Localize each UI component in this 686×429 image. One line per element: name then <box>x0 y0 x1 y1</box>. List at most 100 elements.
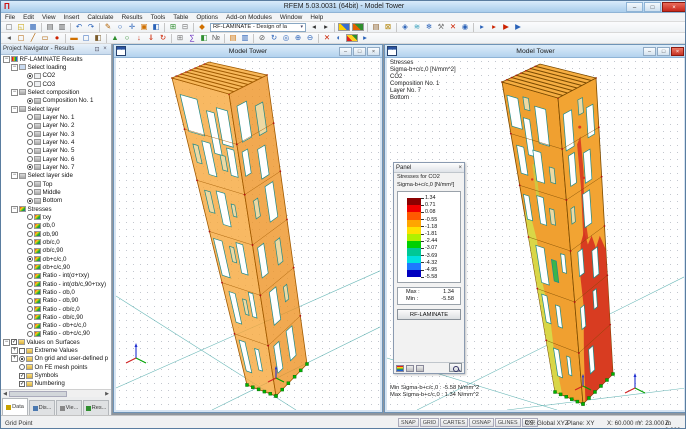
collapse-icon[interactable]: − <box>11 88 18 96</box>
checkbox-numbering[interactable]: ✓ <box>19 380 25 387</box>
tab-vie[interactable]: Vie... <box>56 400 82 415</box>
radio-on-fe-mesh-points[interactable] <box>19 364 25 371</box>
radio-xy[interactable] <box>27 214 33 221</box>
tree-item-select-layer[interactable]: − Select layer <box>1 105 111 113</box>
viewport-right[interactable]: Stresses Sigma-b+c/c,0 [N/mm^2] CO2 Composi… <box>387 58 684 410</box>
collapse-icon[interactable]: − <box>11 205 18 213</box>
model-window-left-titlebar[interactable]: Model Tower – □ × <box>114 45 382 58</box>
radio-layer-no-5[interactable] <box>27 147 33 154</box>
icon-snow[interactable]: ❄ <box>423 22 435 32</box>
tree-item-layer-no-7[interactable]: Layer No. 7 <box>1 163 111 171</box>
tab-data[interactable]: Data <box>2 398 28 415</box>
icon-print[interactable]: ▤ <box>44 22 56 32</box>
icon-support[interactable]: ▲ <box>109 33 121 43</box>
icon-generate[interactable]: ◈ <box>399 22 411 32</box>
icon-delete[interactable]: ✕ <box>447 22 459 32</box>
radio-top[interactable] <box>27 181 33 188</box>
radio-layer-no-4[interactable] <box>27 139 33 146</box>
mdi-restore-button[interactable]: □ <box>353 47 366 56</box>
radio-co3[interactable] <box>27 81 33 88</box>
radio-b-c-0[interactable] <box>27 239 33 246</box>
magnifier-button[interactable] <box>449 363 462 372</box>
radio-bottom[interactable] <box>27 197 33 204</box>
radio-ratio-int-xy[interactable] <box>27 272 33 279</box>
maximize-button[interactable]: □ <box>644 2 661 12</box>
panel-titlebar[interactable]: Panel × <box>394 163 464 173</box>
radio-b-90[interactable] <box>27 231 33 238</box>
navigator-close-icon[interactable]: × <box>101 46 109 52</box>
results-panel[interactable]: Panel × Stresses for CO2 Sigma-b+c/c,0 [… <box>393 162 465 374</box>
radio-ratio-b-c-0[interactable] <box>27 306 33 312</box>
model-window-left[interactable]: Model Tower – □ × <box>113 44 383 413</box>
icon-surface[interactable]: ▬ <box>68 33 80 43</box>
icon-line[interactable]: ╱ <box>27 33 39 43</box>
icon-load-area[interactable]: ⇓ <box>145 33 157 43</box>
icon-print-preview[interactable]: ▥ <box>56 22 68 32</box>
radio-layer-no-3[interactable] <box>27 131 33 138</box>
scroll-left-icon[interactable]: ◀ <box>1 391 9 397</box>
icon-run-blue[interactable]: ▶ <box>512 22 524 32</box>
collapse-icon[interactable]: − <box>3 55 10 63</box>
tree-item-ratio-b-c-0[interactable]: Ratio - σb/c,0 <box>1 305 111 313</box>
tree-item-layer-no-3[interactable]: Layer No. 3 <box>1 130 111 138</box>
icon-section[interactable]: ⊘ <box>256 33 268 43</box>
menu-insert[interactable]: Insert <box>60 13 84 22</box>
tree-item-ratio-b-0[interactable]: Ratio - σb,0 <box>1 288 111 296</box>
collapse-icon[interactable]: − <box>11 63 18 71</box>
close-button[interactable]: × <box>662 2 685 12</box>
menu-window[interactable]: Window <box>276 13 306 22</box>
tree-item-layer-no-1[interactable]: Layer No. 1 <box>1 113 111 121</box>
icon-tables-off[interactable]: ⊟ <box>179 22 191 32</box>
laminate-case-combobox[interactable]: RF-LAMINATE - Design of la ▾ <box>210 22 306 32</box>
icon-tables[interactable]: ⊞ <box>167 22 179 32</box>
color-scale-tab-icon[interactable] <box>396 364 404 372</box>
mdi-close-button[interactable]: × <box>367 47 380 56</box>
mdi-minimize-button[interactable]: – <box>339 47 352 56</box>
icon-case-next[interactable]: ▸ <box>320 22 332 32</box>
radio-ratio-b-c-c-0[interactable] <box>27 322 33 329</box>
radio-layer-no-2[interactable] <box>27 122 33 129</box>
tree-item-layer-no-4[interactable]: Layer No. 4 <box>1 138 111 146</box>
icon-flag2-blue[interactable]: ▸ <box>359 33 371 43</box>
pin-icon[interactable]: ⊡ <box>93 46 101 53</box>
tree-item-middle[interactable]: Middle <box>1 188 111 196</box>
icon-polyline[interactable]: ▭ <box>39 33 51 43</box>
radio-co2[interactable] <box>27 72 33 79</box>
tree-item-extreme-values[interactable]: + Extreme Values <box>1 346 111 355</box>
icon-delete-results[interactable]: ✕ <box>321 33 333 43</box>
collapse-icon[interactable]: − <box>3 338 10 346</box>
icon-values[interactable]: № <box>210 33 222 43</box>
menu-table[interactable]: Table <box>169 13 192 22</box>
tree-item-on-grid-and-user-defined-p[interactable]: + On grid and user-defined p <box>1 355 111 363</box>
model-window-right[interactable]: Model Tower – □ × Stresses Sigma-b+c/c,0 … <box>384 44 685 413</box>
icon-rotate-view[interactable]: ↻ <box>268 33 280 43</box>
menu-options[interactable]: Options <box>192 13 222 22</box>
icon-case-prev[interactable]: ◂ <box>308 22 320 32</box>
tree-item-layer-no-5[interactable]: Layer No. 5 <box>1 147 111 155</box>
icon-zoom-out[interactable]: ⊖ <box>304 33 316 43</box>
collapse-icon[interactable]: − <box>11 105 18 113</box>
icon-new[interactable]: ▢ <box>3 22 15 32</box>
icon-visibility[interactable]: ◐ <box>333 33 345 43</box>
checkbox-symbols[interactable]: ✓ <box>19 372 25 379</box>
toggle-snap[interactable]: SNAP <box>398 418 419 427</box>
rf-laminate-button[interactable]: RF-LAMINATE <box>397 309 461 320</box>
toggle-grid[interactable]: GRID <box>419 418 440 427</box>
tree-item-ratio-int-b-c-90-xy[interactable]: Ratio - int(σb/c,90+τxy) <box>1 280 111 288</box>
checkbox-values-on-surfaces[interactable]: ✓ <box>11 339 17 346</box>
tree-item-b-c-c-90[interactable]: σb+c/c,90 <box>1 263 111 271</box>
tree-item-rf-laminate-results[interactable]: − RF-LAMINATE Results <box>1 55 111 63</box>
tree-item-top[interactable]: Top <box>1 180 111 188</box>
tree-item-b-c-c-0[interactable]: σb+c/c,0 <box>1 255 111 263</box>
icon-info[interactable]: ◉ <box>459 22 471 32</box>
tree-item-numbering[interactable]: ✓ Numbering <box>1 380 111 388</box>
toggle-osnap[interactable]: OSNAP <box>468 418 494 427</box>
radio-middle[interactable] <box>27 189 33 196</box>
radio-composition-no-1[interactable] <box>27 97 33 104</box>
icon-node[interactable]: ● <box>51 33 63 43</box>
icon-render[interactable]: ▣ <box>138 22 150 32</box>
icon-undo[interactable]: ↶ <box>73 22 85 32</box>
tree-item-ratio-b-c-c-90[interactable]: Ratio - σb+c/c,90 <box>1 330 111 338</box>
tree-item-select-layer-side[interactable]: − Select layer side <box>1 172 111 180</box>
icon-solid[interactable]: ◧ <box>92 33 104 43</box>
